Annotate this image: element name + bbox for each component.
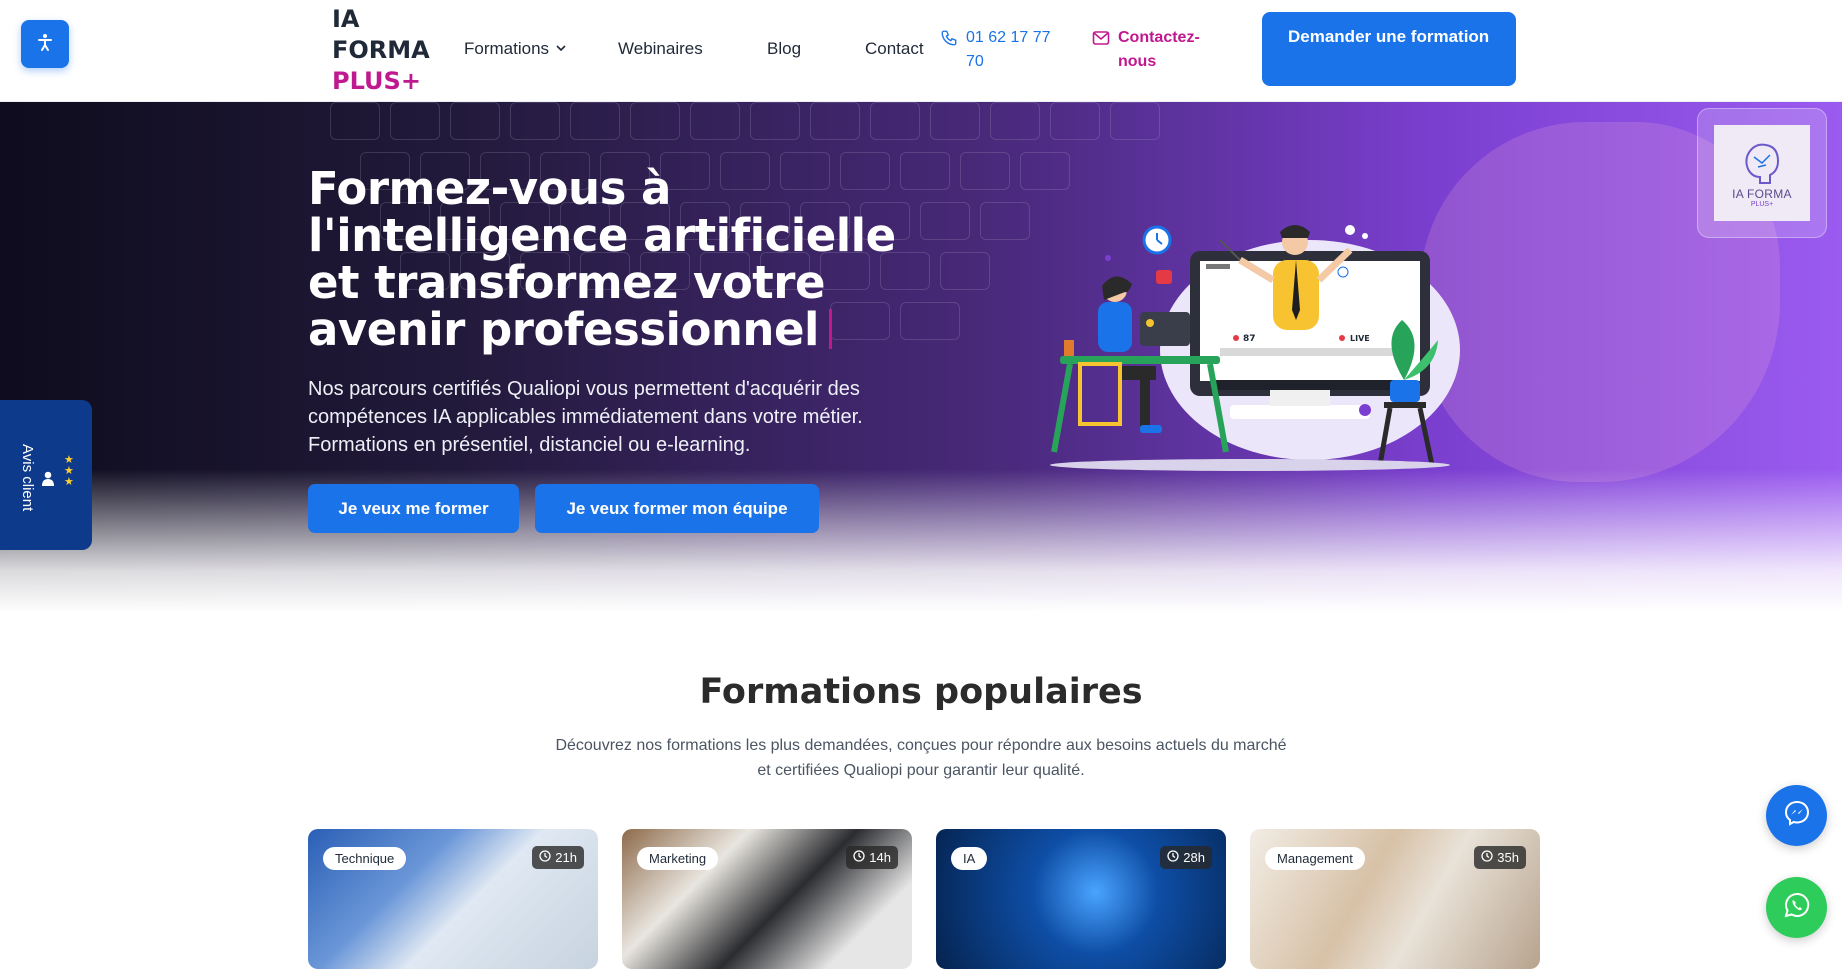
nav-formations-label: Formations [464,39,550,58]
course-card[interactable]: IA 28h [936,829,1226,969]
category-tag: Marketing [637,847,719,870]
hero-illustration: 87 LIVE [1050,225,1460,471]
badge-logo: IA FORMA PLUS+ [1714,125,1810,221]
duration-value: 14h [869,850,891,865]
duration-value: 35h [1497,850,1519,865]
duration-badge: 28h [1160,846,1212,869]
request-training-button[interactable]: Demander une formation [1262,12,1516,86]
logo-line-3: PLUS+ [332,67,421,95]
whatsapp-button[interactable] [1766,877,1827,938]
hero-subtitle: Nos parcours certifiés Qualiopi vous per… [308,378,863,456]
nav-webinaires[interactable]: Webinaires [618,39,703,59]
student [1098,276,1162,433]
whatsapp-icon [1783,891,1811,924]
duration-badge: 21h [532,846,584,869]
messenger-button[interactable] [1766,785,1827,846]
train-team-button[interactable]: Je veux former mon équipe [535,484,819,533]
viewers-count: 87 [1243,334,1256,344]
live-label: LIVE [1350,334,1370,343]
reviews-tab[interactable]: Avis client ★ ★ ★ [0,400,92,550]
duration-badge: 14h [846,846,898,869]
clock-icon [1167,846,1179,869]
category-tag: Technique [323,847,407,870]
course-card[interactable]: Marketing 14h [622,829,912,969]
laptop [1140,312,1190,346]
messenger-icon [1784,800,1810,831]
hero-title: Formez-vous à l'intelligence artificiell… [308,162,896,356]
duration-badge: 35h [1474,846,1526,869]
certification-badge: IA FORMA PLUS+ [1697,108,1827,238]
section-title: Formations populaires [699,672,1143,712]
mail-icon [1092,30,1110,74]
badge-subtitle: PLUS+ [1750,200,1774,208]
section-subtitle: Découvrez nos formations les plus demand… [555,737,1287,779]
nav-formations[interactable]: Formations [464,39,567,59]
duration-value: 28h [1183,850,1205,865]
category-tag: Management [1265,847,1365,870]
chevron-down-icon [555,39,567,59]
nav-blog[interactable]: Blog [767,39,801,59]
contact-link[interactable]: Contactez-nous [1092,26,1218,74]
train-myself-button[interactable]: Je veux me former [308,484,519,533]
typing-caret [828,309,832,349]
duration-value: 21h [555,850,577,865]
phone-link[interactable]: 01 62 17 77 70 [940,26,1060,74]
clock-icon [853,846,865,869]
user-icon [41,471,55,492]
course-card[interactable]: Technique 21h [308,829,598,969]
accessibility-icon [35,32,55,57]
course-card[interactable]: Management 35h [1250,829,1540,969]
brain-icon [1745,143,1780,184]
star-icon: ★ ★ ★ [64,454,74,488]
category-tag: IA [951,847,988,870]
contact-label: Contactez-nous [1118,29,1200,70]
badge-title: IA FORMA [1732,186,1792,201]
nav-contact[interactable]: Contact [865,39,924,59]
clock-icon [1481,846,1493,869]
logo-line-2: FORMA [332,36,430,64]
site-logo[interactable]: IA FORMA PLUS+ [332,4,430,97]
phone-number: 01 62 17 77 70 [966,29,1051,70]
clock-icon [539,846,551,869]
phone-icon [940,29,958,74]
site-header: IA FORMA PLUS+ Formations Webinaires Blo… [0,0,1842,102]
reviews-label: Avis client [19,444,36,512]
accessibility-button[interactable] [21,20,69,68]
logo-line-1: IA [332,5,360,33]
